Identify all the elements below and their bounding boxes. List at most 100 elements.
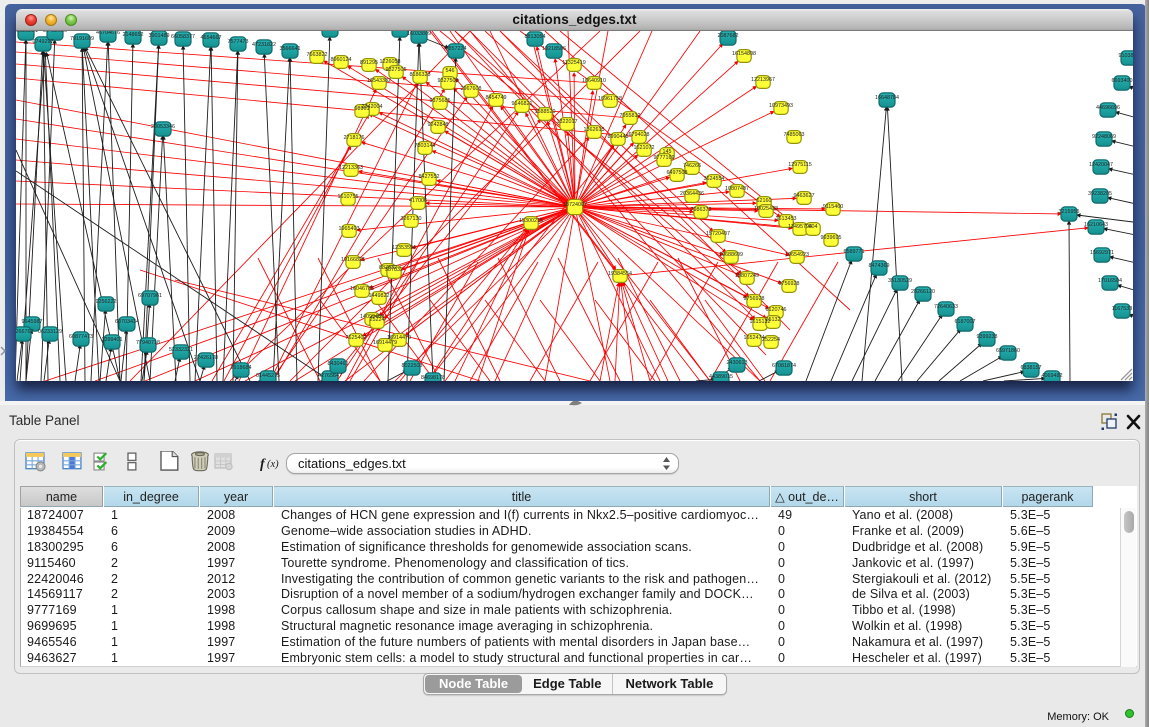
svg-text:9777169: 9777169 (654, 155, 675, 161)
svg-text:1588520: 1588520 (535, 109, 556, 115)
svg-text:2148652: 2148652 (123, 32, 144, 38)
svg-text:18640910: 18640910 (582, 78, 606, 84)
svg-text:9327505: 9327505 (386, 67, 407, 73)
svg-text:1613453: 1613453 (776, 216, 797, 222)
svg-text:7663822: 7663822 (307, 52, 328, 58)
svg-text:1399401: 1399401 (102, 337, 123, 343)
svg-text:417006: 417006 (409, 198, 427, 204)
svg-text:47231822: 47231822 (252, 42, 276, 48)
svg-text:9399238: 9399238 (977, 334, 998, 340)
svg-text:6589771: 6589771 (844, 249, 865, 255)
svg-text:6120746: 6120746 (766, 307, 787, 313)
svg-text:25224: 25224 (370, 317, 385, 323)
svg-text:20364436: 20364436 (680, 191, 704, 197)
svg-text:3901489: 3901489 (149, 33, 170, 39)
svg-text:65971860: 65971860 (996, 348, 1020, 354)
svg-text:50432086: 50432086 (43, 31, 67, 34)
svg-text:25132: 25132 (766, 317, 781, 323)
svg-text:7625402: 7625402 (346, 335, 367, 341)
svg-text:8427552: 8427552 (419, 174, 440, 180)
svg-text:46704676: 46704676 (96, 31, 120, 36)
svg-text:1322017: 1322017 (557, 119, 578, 125)
svg-text:62160: 62160 (757, 198, 772, 204)
svg-text:16210643: 16210643 (1084, 222, 1108, 228)
svg-text:16961758: 16961758 (598, 96, 622, 102)
svg-text:10025438: 10025438 (754, 206, 778, 212)
svg-text:19654923: 19654923 (785, 252, 809, 258)
svg-text:16543382: 16543382 (367, 78, 391, 84)
svg-text:28266120: 28266120 (911, 289, 935, 295)
svg-text:2430613: 2430613 (727, 360, 748, 366)
svg-text:9327508: 9327508 (438, 78, 459, 84)
svg-text:15720407: 15720407 (706, 231, 730, 237)
svg-text:8960124: 8960124 (331, 57, 352, 63)
svg-text:8813054: 8813054 (525, 34, 546, 40)
svg-text:1610755: 1610755 (338, 194, 359, 200)
svg-text:9146821: 9146821 (512, 101, 533, 107)
svg-text:8474369: 8474369 (869, 263, 890, 269)
svg-text:2918684: 2918684 (231, 365, 252, 371)
svg-text:16914479: 16914479 (387, 335, 411, 341)
svg-text:2087682: 2087682 (718, 33, 739, 39)
svg-text:01445275: 01445275 (256, 373, 280, 379)
svg-text:9115460: 9115460 (823, 204, 844, 210)
svg-text:06233129: 06233129 (38, 329, 62, 335)
svg-text:1167533: 1167533 (1112, 306, 1133, 312)
svg-text:7485063: 7485063 (784, 132, 805, 138)
svg-text:4069482: 4069482 (1042, 373, 1063, 379)
svg-text:72640633: 72640633 (934, 304, 958, 310)
svg-text:8990448: 8990448 (608, 134, 629, 140)
svg-text:3215955: 3215955 (1059, 209, 1080, 215)
svg-text:12213967: 12213967 (751, 77, 775, 83)
svg-text:6187007: 6187007 (955, 319, 976, 325)
svg-text:16648784: 16648784 (875, 95, 899, 101)
svg-text:746266: 746266 (683, 163, 701, 169)
svg-text:10973493: 10973493 (769, 103, 793, 109)
svg-text:60703434: 60703434 (115, 319, 139, 325)
svg-text:6794028: 6794028 (629, 132, 650, 138)
svg-text:16046788: 16046788 (350, 286, 374, 292)
svg-text:9256222: 9256222 (96, 299, 117, 305)
svg-text:7266762: 7266762 (16, 329, 34, 335)
svg-text:12353594: 12353594 (392, 245, 416, 251)
svg-text:84698178: 84698178 (421, 375, 445, 381)
svg-text:18807249: 18807249 (735, 273, 759, 279)
svg-text:9375685: 9375685 (430, 98, 451, 104)
svg-text:1449822: 1449822 (369, 293, 390, 299)
svg-text:9242848: 9242848 (428, 122, 449, 128)
svg-text:77940718: 77940718 (136, 340, 160, 346)
svg-text:8186323: 8186323 (410, 72, 431, 78)
svg-text:6838157: 6838157 (1021, 365, 1042, 371)
svg-text:1965493: 1965493 (339, 226, 360, 232)
svg-text:2967608: 2967608 (461, 86, 482, 92)
svg-text:1226058: 1226058 (380, 59, 401, 65)
svg-text:22426178: 22426178 (194, 355, 218, 361)
svg-text:7955812: 7955812 (620, 113, 641, 119)
svg-text:1621072: 1621072 (634, 145, 655, 151)
svg-text:8022503: 8022503 (402, 363, 423, 369)
svg-text:9103895: 9103895 (1119, 53, 1134, 59)
svg-text:8454749: 8454749 (486, 95, 507, 101)
svg-text:15300215: 15300215 (519, 218, 543, 224)
svg-text:7986372: 7986372 (691, 207, 712, 213)
svg-text:9756928: 9756928 (779, 281, 800, 287)
svg-text:2718176: 2718176 (344, 135, 365, 141)
svg-text:6693400: 6693400 (1112, 78, 1133, 84)
svg-text:9463627: 9463627 (794, 193, 815, 199)
svg-text:67081874: 67081874 (772, 363, 796, 369)
svg-text:98961: 98961 (355, 106, 370, 112)
svg-text:587832: 587832 (385, 267, 403, 273)
svg-text:7577473: 7577473 (228, 39, 249, 45)
svg-text:3566641: 3566641 (280, 46, 301, 52)
svg-text:52332321: 52332321 (169, 347, 193, 353)
svg-text:44389015: 44389015 (709, 374, 733, 380)
svg-text:17016504: 17016504 (1098, 278, 1122, 284)
svg-text:20053346: 20053346 (151, 124, 175, 130)
svg-text:7857224: 7857224 (446, 46, 467, 52)
svg-text:12975115: 12975115 (788, 162, 812, 168)
svg-text:604: 604 (809, 224, 818, 230)
svg-text:3267130: 3267130 (401, 216, 422, 222)
svg-text:8430461: 8430461 (328, 361, 349, 367)
svg-text:42765647: 42765647 (318, 373, 342, 379)
svg-text:12420047: 12420047 (1089, 162, 1113, 168)
